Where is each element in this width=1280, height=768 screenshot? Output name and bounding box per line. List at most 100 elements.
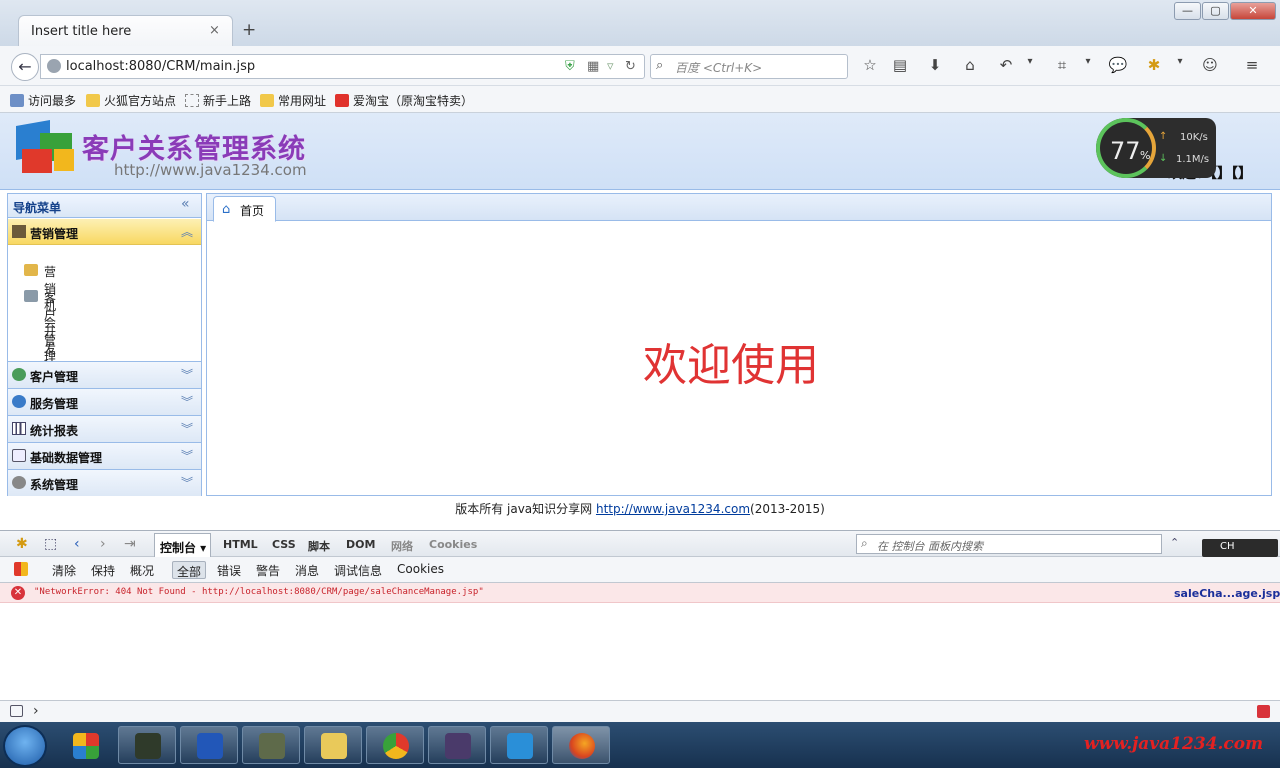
console-command-line[interactable]: › <box>0 700 1280 722</box>
tab-script[interactable]: 脚本 <box>308 538 330 554</box>
windows-taskbar: www.java1234.com <box>0 722 1280 768</box>
back-arrow-icon[interactable]: ‹ <box>74 536 80 552</box>
search-box[interactable]: ⌕ 百度 <Ctrl+K> <box>650 54 848 79</box>
taskbar-app-pinwheel[interactable] <box>56 726 114 764</box>
copyright-text: 版本所有 java知识分享网 <box>455 502 596 516</box>
gauge-percent-sign: % <box>1140 149 1151 162</box>
undo-icon[interactable]: ↶ <box>996 56 1016 76</box>
forward-arrow-icon[interactable]: › <box>100 536 106 552</box>
panel-statistics-reports[interactable]: 统计报表 ︾ <box>8 415 201 442</box>
close-window-button[interactable]: ✕ <box>1230 2 1276 20</box>
dropdown-arrow-icon[interactable]: ▾ <box>1020 56 1040 76</box>
taskbar-app-tool[interactable] <box>242 726 300 764</box>
tab-css[interactable]: CSS <box>272 538 296 551</box>
network-meter-widget[interactable]: 77 % ↑ 10K/s ↓ 1.1M/s <box>1096 118 1216 178</box>
crop-icon[interactable]: ⌗ <box>1052 56 1072 76</box>
inspect-icon[interactable]: ⬚ <box>44 536 57 552</box>
filter-all[interactable]: 全部 <box>172 561 207 579</box>
start-button[interactable] <box>3 725 47 767</box>
tab-html[interactable]: HTML <box>223 538 258 551</box>
chevron-up-icon[interactable]: ⌃ <box>1170 536 1179 549</box>
taskbar-app-terminal[interactable] <box>118 726 176 764</box>
chevron-down-icon[interactable]: ︾ <box>181 393 193 410</box>
taskbar-app-word[interactable] <box>180 726 238 764</box>
console-error-row[interactable]: ✕ "NetworkError: 404 Not Found - http://… <box>0 583 1280 603</box>
chevron-up-icon[interactable]: ︽ <box>181 223 193 240</box>
devtools-search[interactable]: ⌕ 在 控制台 面板内搜索 <box>856 534 1162 554</box>
dropdown-icon[interactable]: ▿ <box>607 59 614 74</box>
bookmark-common-sites[interactable]: 常用网址 <box>260 91 326 109</box>
console-filter-bar: 清除 保持 概况 全部 错误 警告 消息 调试信息 Cookies <box>0 557 1280 583</box>
bookmark-ai-taobao[interactable]: 爱淘宝（原淘宝特卖） <box>335 91 473 109</box>
bookmark-star-icon[interactable]: ☆ <box>860 56 880 76</box>
url-input[interactable]: localhost:8080/CRM/main.jsp <box>66 59 255 74</box>
bookmark-firefox-official[interactable]: 火狐官方站点 <box>86 91 176 109</box>
devtools-toolbar: ✱ ⬚ ‹ › ⇥ 控制台 ▾ HTML CSS 脚本 DOM 网络 Cooki… <box>0 530 1280 557</box>
reading-list-icon[interactable]: ▤ <box>890 56 910 76</box>
shield-icon[interactable]: ⛨ <box>565 59 575 74</box>
back-button[interactable]: ← <box>11 53 39 81</box>
chevron-down-icon[interactable]: ︾ <box>181 474 193 491</box>
qrcode-icon[interactable]: ▦ <box>587 59 599 74</box>
coins-icon <box>24 264 38 276</box>
panel-basic-data-management[interactable]: 基础数据管理 ︾ <box>8 442 201 469</box>
filter-debug[interactable]: 调试信息 <box>330 561 386 579</box>
chevron-down-icon[interactable]: ︾ <box>181 447 193 464</box>
firebug-icon[interactable]: ✱ <box>16 536 28 552</box>
filter-errors[interactable]: 错误 <box>213 561 245 579</box>
tab-dom[interactable]: DOM <box>346 538 375 551</box>
filter-warnings[interactable]: 警告 <box>252 561 284 579</box>
home-icon[interactable]: ⌂ <box>960 56 980 76</box>
collapse-nav-icon[interactable]: « <box>181 196 190 212</box>
filter-clear[interactable]: 清除 <box>48 561 80 579</box>
filter-persist[interactable]: 保持 <box>87 561 119 579</box>
firebug-icon[interactable]: ✱ <box>1144 56 1164 76</box>
url-bar[interactable]: localhost:8080/CRM/main.jsp ⛨ ▦ ▿ ↻ <box>40 54 645 79</box>
panel-marketing-management[interactable]: 营销管理 ︽ <box>8 219 201 245</box>
bookmark-getting-started[interactable]: 新手上路 <box>185 91 251 109</box>
close-devtools-icon[interactable] <box>1257 705 1270 718</box>
chevron-down-icon[interactable]: ︾ <box>181 420 193 437</box>
panel-service-management[interactable]: 服务管理 ︾ <box>8 388 201 415</box>
taskbar-app-chrome[interactable] <box>366 726 424 764</box>
tab-network[interactable]: 网络 <box>391 538 413 554</box>
taskbar-app-yinxiang[interactable] <box>490 726 548 764</box>
footer-link[interactable]: http://www.java1234.com <box>596 502 750 516</box>
command-editor-icon[interactable] <box>10 705 23 717</box>
clear-console-icon[interactable] <box>14 562 28 576</box>
filter-info[interactable]: 消息 <box>291 561 323 579</box>
browser-tab[interactable]: Insert title here × <box>18 15 233 46</box>
error-source-link[interactable]: saleCha...age.jsp <box>1174 587 1280 600</box>
dropdown-arrow-icon[interactable]: ▾ <box>1078 56 1098 76</box>
devtools-search-input[interactable]: 在 控制台 面板内搜索 <box>877 538 983 554</box>
ime-indicator[interactable]: CH <box>1202 539 1278 557</box>
tab-home[interactable]: ⌂ 首页 <box>213 196 276 222</box>
bar-chart-icon <box>12 422 26 435</box>
tab-cookies[interactable]: Cookies <box>429 538 477 551</box>
reload-icon[interactable]: ↻ <box>625 59 636 74</box>
dropdown-arrow-icon[interactable]: ▾ <box>1170 56 1190 76</box>
menu-icon[interactable]: ≡ <box>1242 56 1262 76</box>
minimize-button[interactable]: — <box>1174 2 1201 20</box>
chevron-down-icon[interactable]: ︾ <box>181 366 193 383</box>
indent-icon[interactable]: ⇥ <box>124 536 136 552</box>
taskbar-app-java-ee[interactable] <box>428 726 486 764</box>
filter-profile[interactable]: 概况 <box>126 561 158 579</box>
maximize-button[interactable]: ▢ <box>1202 2 1229 20</box>
new-tab-button[interactable]: + <box>242 20 256 40</box>
bookmark-most-visited[interactable]: 访问最多 <box>10 91 76 109</box>
search-input[interactable]: 百度 <Ctrl+K> <box>675 59 762 76</box>
panel-customer-management[interactable]: 客户管理 ︾ <box>8 361 201 388</box>
gauge-value: 77 <box>1110 137 1141 165</box>
filter-cookies[interactable]: Cookies <box>393 561 448 579</box>
taskbar-app-explorer[interactable] <box>304 726 362 764</box>
download-icon[interactable]: ⬇ <box>925 56 945 76</box>
firefox-icon <box>569 733 595 759</box>
marketing-icon <box>12 225 26 238</box>
tab-console[interactable]: 控制台 ▾ <box>154 533 211 557</box>
tab-close-icon[interactable]: × <box>209 23 220 38</box>
taskbar-app-firefox[interactable] <box>552 726 610 764</box>
panel-system-management[interactable]: 系统管理 ︾ <box>8 469 201 496</box>
smiley-icon[interactable]: ☺ <box>1200 56 1220 76</box>
chat-icon[interactable]: 💬 <box>1108 56 1128 76</box>
